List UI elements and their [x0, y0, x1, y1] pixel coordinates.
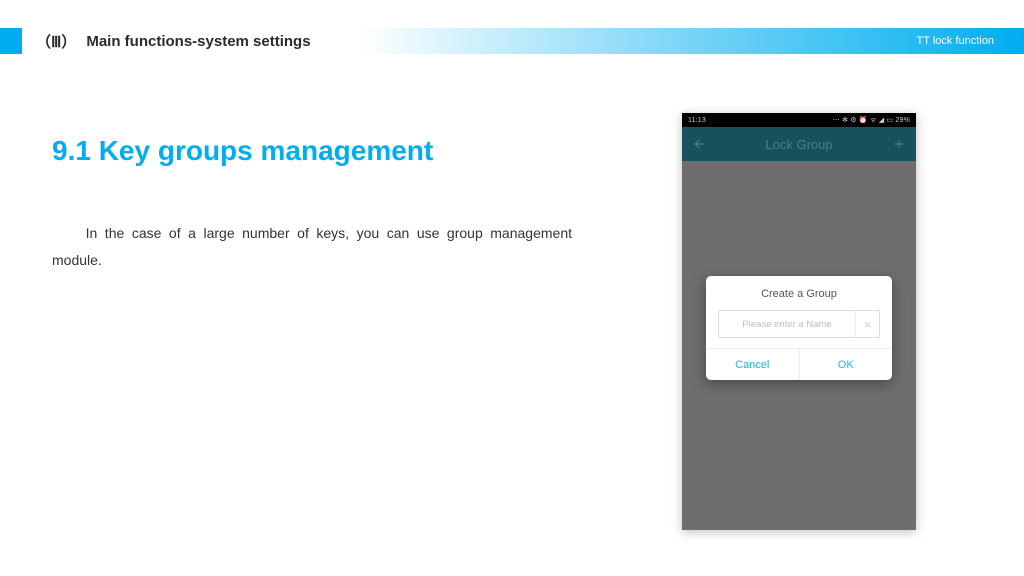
- header-title: （Ⅲ） Main functions-system settings: [36, 28, 311, 54]
- clear-input-icon[interactable]: ×: [855, 311, 879, 337]
- phone-screenshot: 11:13 ⋯ ✻ ⚙ ⏰ ᯤ ◢ ▭ 29% Lock Group Creat…: [682, 113, 916, 530]
- status-time: 11:13: [688, 117, 706, 124]
- section-heading: 9.1 Key groups management: [52, 135, 433, 167]
- header-title-text: Main functions-system settings: [86, 33, 310, 50]
- dialog-title: Create a Group: [706, 276, 892, 310]
- group-name-input[interactable]: [719, 319, 855, 330]
- cancel-button[interactable]: Cancel: [706, 349, 799, 380]
- header-right-label: TT lock function: [917, 28, 994, 54]
- header-chapter: （Ⅲ）: [36, 31, 76, 52]
- phone-app-bar: Lock Group: [682, 127, 916, 161]
- section-body: In the case of a large number of keys, y…: [52, 220, 572, 273]
- create-group-dialog: Create a Group × Cancel OK: [706, 276, 892, 380]
- plus-icon[interactable]: [892, 137, 906, 151]
- ok-button[interactable]: OK: [799, 349, 893, 380]
- dialog-buttons: Cancel OK: [706, 348, 892, 380]
- back-icon[interactable]: [692, 137, 706, 151]
- dialog-input-row: ×: [718, 310, 880, 338]
- header-accent-tab: [0, 28, 22, 54]
- status-icons: ⋯ ✻ ⚙ ⏰ ᯤ ◢ ▭ 29%: [833, 116, 910, 125]
- app-bar-title: Lock Group: [706, 137, 892, 152]
- phone-status-bar: 11:13 ⋯ ✻ ⚙ ⏰ ᯤ ◢ ▭ 29%: [682, 113, 916, 127]
